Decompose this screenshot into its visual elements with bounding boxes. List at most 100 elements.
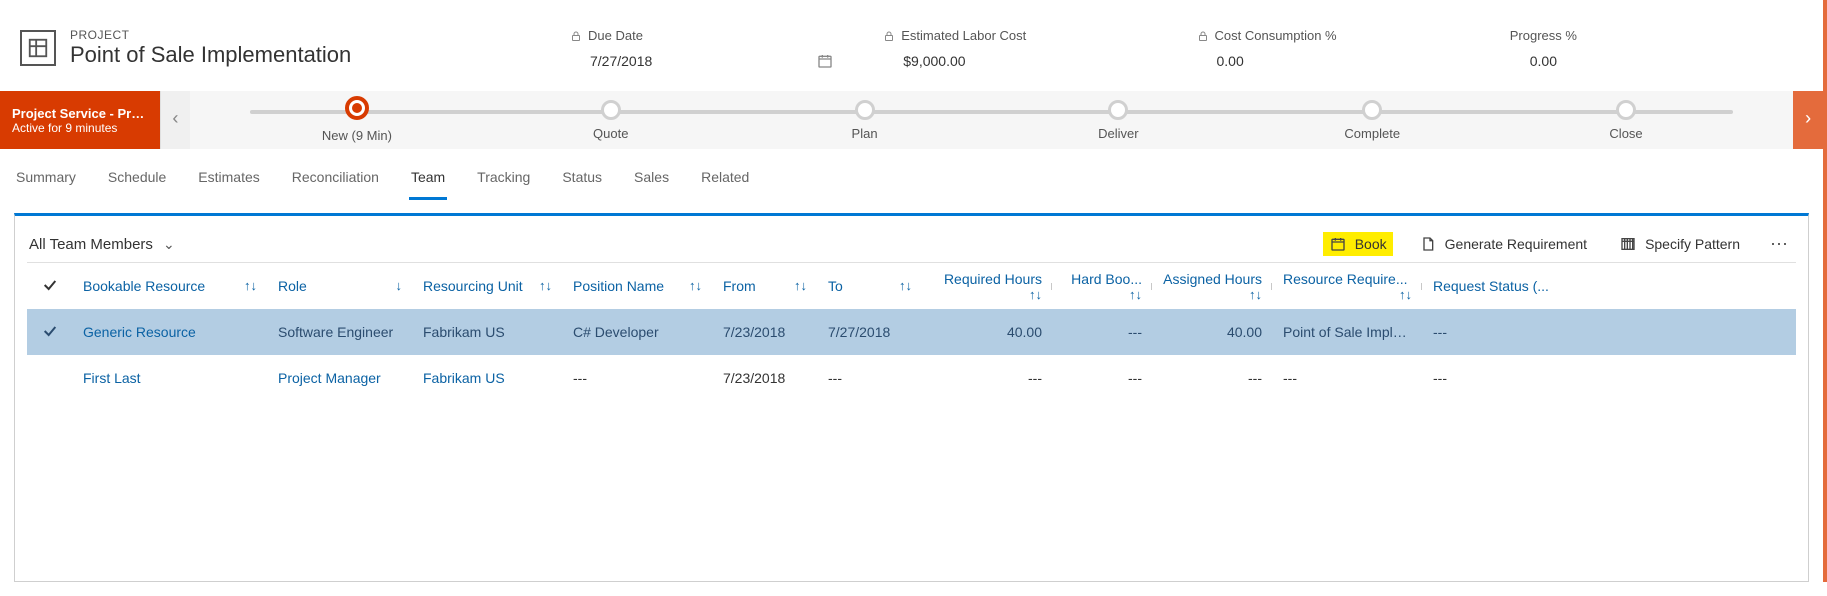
stage-dot-icon [601,100,621,120]
cell-from[interactable]: 7/23/2018 [713,324,818,340]
cell-to[interactable]: 7/27/2018 [818,324,923,340]
tab-reconciliation[interactable]: Reconciliation [290,163,381,200]
stage-dot-icon [1108,100,1128,120]
cell-from[interactable]: 7/23/2018 [713,370,818,386]
stage-dot-icon [1362,100,1382,120]
tab-sales[interactable]: Sales [632,163,671,200]
cell-resource-req[interactable]: --- [1273,370,1423,386]
cell-required-hours[interactable]: 40.00 [923,324,1053,340]
col-resource-req[interactable]: Resource Require...↑↓ [1273,271,1423,302]
col-hard-booked[interactable]: Hard Boo...↑↓ [1053,271,1153,302]
cell-required-hours[interactable]: --- [923,370,1053,386]
cell-request-status[interactable]: --- [1423,370,1796,386]
process-flow-name[interactable]: Project Service - Project ... Active for… [0,91,160,149]
select-all-checkbox[interactable] [27,277,73,296]
col-to[interactable]: To↑↓ [818,278,923,294]
sort-icon: ↑↓ [1129,287,1142,302]
col-from[interactable]: From↑↓ [713,278,818,294]
sort-icon: ↑↓ [244,278,257,293]
tab-summary[interactable]: Summary [14,163,78,200]
card-value[interactable]: 0.00 [1530,53,1557,69]
view-name: All Team Members [29,236,153,253]
cell-assigned-hours[interactable]: --- [1153,370,1273,386]
col-request-status[interactable]: Request Status (... [1423,278,1796,294]
card-label: Cost Consumption % [1215,28,1337,43]
row-checkbox[interactable] [27,323,73,342]
col-assigned-hours[interactable]: Assigned Hours↑↓ [1153,271,1273,302]
form-tabs: Summary Schedule Estimates Reconciliatio… [0,149,1823,201]
stage-new[interactable]: New (9 Min) [230,98,484,143]
header-card-due-date: Due Date 7/27/2018 [560,28,863,69]
chevron-down-icon: ⌄ [163,236,175,253]
chevron-right-icon: › [1803,110,1814,130]
more-commands-button[interactable]: ⋯ [1766,234,1794,255]
sort-icon: ↑↓ [794,278,807,293]
tab-related[interactable]: Related [699,163,751,200]
sort-icon: ↑↓ [899,278,912,293]
stage-quote[interactable]: Quote [484,100,738,141]
tab-tracking[interactable]: Tracking [475,163,532,200]
card-label: Progress % [1510,28,1577,43]
book-button[interactable]: Book [1323,232,1393,256]
cell-position-name[interactable]: --- [563,370,713,386]
cell-request-status[interactable]: --- [1423,324,1796,340]
grid-command-bar: Book Generate Requirement Specify Patter… [1323,232,1794,256]
stage-label: Plan [852,126,878,141]
calendar-icon [1329,236,1347,252]
sort-icon: ↑↓ [689,278,702,293]
cell-bookable-resource[interactable]: Generic Resource [73,324,268,340]
cell-assigned-hours[interactable]: 40.00 [1153,324,1273,340]
generate-requirement-button[interactable]: Generate Requirement [1413,232,1593,256]
stage-close[interactable]: Close [1499,100,1753,141]
process-active-duration: Active for 9 minutes [12,121,148,135]
cell-hard-booked[interactable]: --- [1053,370,1153,386]
col-role[interactable]: Role↓ [268,278,413,294]
cmd-label: Generate Requirement [1445,236,1587,252]
col-required-hours[interactable]: Required Hours↑↓ [923,271,1053,302]
cell-resourcing-unit[interactable]: Fabrikam US [413,370,563,386]
grid-header-row: Bookable Resource↑↓ Role↓ Resourcing Uni… [27,263,1796,309]
sort-icon: ↓ [396,278,403,293]
col-resourcing-unit[interactable]: Resourcing Unit↑↓ [413,278,563,294]
cell-role[interactable]: Software Engineer [268,324,413,340]
view-selector[interactable]: All Team Members ⌄ [29,236,175,253]
entity-title: Point of Sale Implementation [70,42,351,68]
specify-pattern-button[interactable]: Specify Pattern [1613,232,1746,256]
sort-icon: ↑↓ [1249,287,1262,302]
stage-dot-icon [855,100,875,120]
stage-deliver[interactable]: Deliver [991,100,1245,141]
cell-to[interactable]: --- [818,370,923,386]
calendar-icon[interactable] [817,53,833,69]
stage-label: Deliver [1098,126,1138,141]
grid-row[interactable]: Generic Resource Software Engineer Fabri… [27,309,1796,355]
cell-position-name[interactable]: C# Developer [563,324,713,340]
lock-icon [883,30,895,42]
cell-resourcing-unit[interactable]: Fabrikam US [413,324,563,340]
grid-row[interactable]: First Last Project Manager Fabrikam US -… [27,355,1796,401]
stage-plan[interactable]: Plan [738,100,992,141]
lock-icon [1197,30,1209,42]
card-label: Estimated Labor Cost [901,28,1026,43]
tab-team[interactable]: Team [409,163,447,200]
sort-icon: ↑↓ [539,278,552,293]
stage-complete[interactable]: Complete [1245,100,1499,141]
col-bookable-resource[interactable]: Bookable Resource↑↓ [73,278,268,294]
card-value[interactable]: 7/27/2018 [590,53,652,69]
tab-schedule[interactable]: Schedule [106,163,168,200]
header-card-est-labor-cost: Estimated Labor Cost $9,000.00 [873,28,1176,69]
cmd-label: Book [1355,236,1387,252]
process-next-button[interactable]: › [1793,91,1823,149]
sort-icon: ↑↓ [1399,287,1412,302]
col-position-name[interactable]: Position Name↑↓ [563,278,713,294]
cell-hard-booked[interactable]: --- [1053,324,1153,340]
card-label: Due Date [588,28,643,43]
process-prev-button[interactable]: ‹ [160,91,190,149]
stage-label: Quote [593,126,628,141]
cell-bookable-resource[interactable]: First Last [73,370,268,386]
sort-icon: ↑↓ [1029,287,1042,302]
tab-estimates[interactable]: Estimates [196,163,261,200]
card-value: $9,000.00 [903,53,965,69]
tab-status[interactable]: Status [560,163,604,200]
cell-role[interactable]: Project Manager [268,370,413,386]
cell-resource-req[interactable]: Point of Sale Implem... [1273,324,1423,340]
